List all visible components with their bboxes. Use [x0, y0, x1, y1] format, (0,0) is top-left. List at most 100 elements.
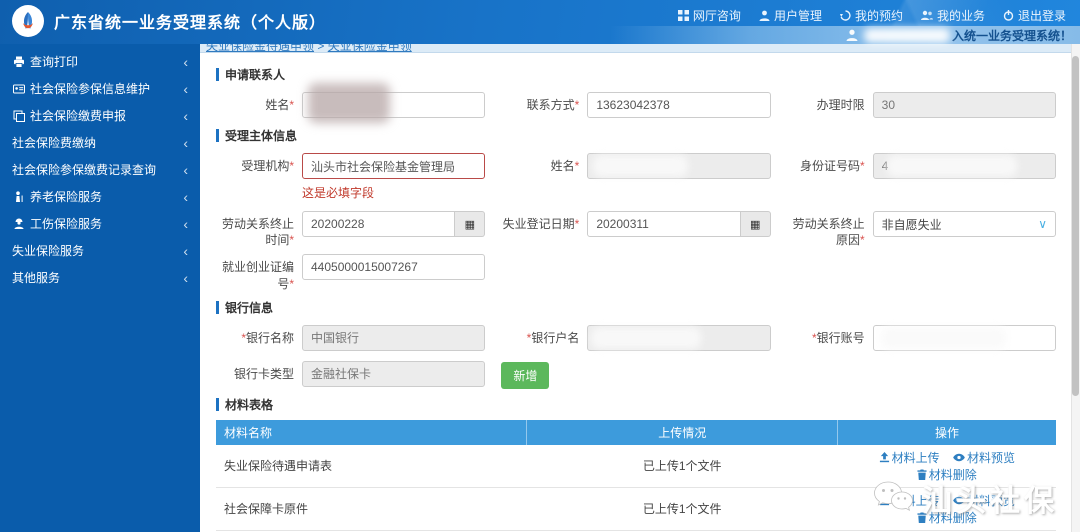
bank-account-name-input	[587, 325, 770, 351]
bank-account-no-input[interactable]	[873, 325, 1056, 351]
required-marker: *	[289, 233, 294, 247]
menu-item-my-business[interactable]: 我的业务	[921, 7, 985, 24]
sidebar-item-work-injury-service[interactable]: 工伤保险服务 ‹	[0, 210, 200, 237]
app-window: 广东省统一业务受理系统（个人版） 网厅咨询 用户管理 我的预约 我的业务 退出登…	[0, 0, 1080, 532]
chevron-left-icon: ‹	[183, 217, 188, 231]
sidebar-item-label: 工伤保险服务	[30, 215, 102, 232]
upload-status-cell: 已上传1个文件	[527, 445, 838, 488]
chevron-left-icon: ‹	[183, 244, 188, 258]
table-header-row: 材料名称 上传情况 操作	[216, 420, 1056, 445]
sidebar-item-payment-declare[interactable]: 社会保险缴费申报 ‹	[0, 102, 200, 129]
column-header-upload-status: 上传情况	[527, 420, 838, 445]
labor-end-time-input[interactable]	[302, 211, 455, 237]
column-header-material-name: 材料名称	[216, 420, 527, 445]
worker-icon	[12, 218, 25, 230]
scrollbar-thumb[interactable]	[1072, 56, 1079, 396]
employment-cert-no-input[interactable]	[302, 254, 485, 280]
breadcrumb: 失业保险金待遇申领 > 失业保险金申领	[200, 44, 1080, 53]
power-icon	[1003, 10, 1014, 21]
id-card-icon	[12, 83, 25, 95]
wechat-icon	[872, 480, 914, 516]
welcome-strip: 入统一业务受理系统！	[610, 26, 1080, 44]
section-marker	[216, 129, 219, 142]
section-subject-info: 受理主体信息	[216, 127, 1056, 144]
required-marker: *	[860, 233, 865, 247]
material-upload-link[interactable]: 材料上传	[879, 449, 940, 466]
field-label: 银行卡类型	[216, 359, 302, 389]
sidebar-item-label: 查询打印	[30, 53, 78, 70]
section-marker	[216, 301, 219, 314]
app-logo-icon	[12, 5, 44, 37]
welcome-text: 入统一业务受理系统！	[952, 27, 1072, 44]
printer-icon	[12, 56, 25, 68]
material-preview-link[interactable]: 材料预览	[953, 449, 1015, 466]
menu-label: 我的业务	[937, 7, 985, 24]
section-materials: 材料表格	[216, 396, 1056, 413]
unemployment-reg-date-input[interactable]	[587, 211, 740, 237]
menu-label: 网厅咨询	[693, 7, 741, 24]
chevron-left-icon: ‹	[183, 136, 188, 150]
history-icon	[840, 10, 851, 21]
sidebar-item-label: 其他服务	[12, 269, 60, 286]
sidebar-item-insured-info-maintain[interactable]: 社会保险参保信息维护 ‹	[0, 75, 200, 102]
calendar-icon[interactable]: ▦	[741, 211, 771, 237]
field-bank-card-type: 银行卡类型	[216, 359, 485, 389]
sidebar-item-payment-record-query[interactable]: 社会保险参保缴费记录查询 ‹	[0, 156, 200, 183]
field-label: 联系方式*	[501, 90, 587, 120]
field-employment-cert-no: 就业创业证编号*	[216, 252, 485, 291]
menu-item-my-appointments[interactable]: 我的预约	[840, 7, 903, 24]
required-marker: *	[289, 159, 294, 173]
section-title: 材料表格	[225, 396, 273, 413]
labor-end-reason-select[interactable]: 非自愿失业 ∨	[873, 211, 1056, 237]
required-marker: *	[860, 159, 865, 173]
material-name-cell: 社会保障卡原件	[216, 487, 527, 530]
field-label: 姓名*	[501, 151, 587, 201]
field-applicant-name: 姓名*	[216, 90, 485, 120]
sidebar-item-pension-service[interactable]: 养老保险服务 ‹	[0, 183, 200, 210]
calendar-icon[interactable]: ▦	[455, 211, 485, 237]
sidebar-item-label: 社会保险费缴纳	[12, 134, 96, 151]
agency-input[interactable]	[302, 153, 485, 179]
app-title: 广东省统一业务受理系统（个人版）	[54, 9, 326, 33]
field-label: 就业创业证编号*	[216, 252, 302, 291]
user-icon	[759, 10, 770, 21]
required-marker: *	[575, 98, 580, 112]
sidebar-item-unemployment-service[interactable]: 失业保险服务 ‹	[0, 237, 200, 264]
scrollbar-track[interactable]	[1071, 44, 1080, 532]
sidebar-item-label: 社会保险参保缴费记录查询	[12, 161, 156, 178]
material-name-cell: 失业保险待遇申请表	[216, 445, 527, 488]
field-label: 姓名*	[216, 90, 302, 120]
menu-item-logout[interactable]: 退出登录	[1003, 7, 1066, 24]
field-subject-name: 姓名*	[501, 151, 770, 201]
user-icon	[846, 29, 858, 41]
breadcrumb-link-second[interactable]: 失业保险金申领	[328, 44, 412, 53]
sidebar-item-label: 失业保险服务	[12, 242, 84, 259]
menu-label: 用户管理	[774, 7, 822, 24]
sidebar-item-query-print[interactable]: 查询打印 ‹	[0, 48, 200, 75]
required-marker: *	[575, 217, 580, 231]
field-label: 身份证号码*	[787, 151, 873, 201]
sidebar-item-fee-payment[interactable]: 社会保险费缴纳 ‹	[0, 129, 200, 156]
add-bank-button[interactable]: 新增	[501, 362, 549, 389]
field-unemployment-reg-date: 失业登记日期* ▦	[501, 209, 770, 248]
sidebar-item-other-services[interactable]: 其他服务 ‹	[0, 264, 200, 291]
id-number-input	[873, 153, 1056, 179]
field-label: 办理时限	[787, 90, 873, 120]
elder-person-icon	[12, 191, 25, 203]
watermark: 汕头社保	[872, 476, 1058, 520]
eye-icon	[953, 452, 965, 463]
contact-phone-input[interactable]	[587, 92, 770, 118]
menu-label: 我的预约	[855, 7, 903, 24]
breadcrumb-link-first[interactable]: 失业保险金待遇申领	[206, 44, 314, 53]
menu-item-user-management[interactable]: 用户管理	[759, 7, 822, 24]
chevron-left-icon: ‹	[183, 55, 188, 69]
field-id-number: 身份证号码*	[787, 151, 1056, 201]
top-menu: 网厅咨询 用户管理 我的预约 我的业务 退出登录	[678, 7, 1066, 24]
upload-icon	[879, 452, 890, 463]
section-title: 银行信息	[225, 299, 273, 316]
menu-item-hall-consult[interactable]: 网厅咨询	[678, 7, 741, 24]
field-label: *银行户名	[501, 323, 587, 353]
field-label: 劳动关系终止时间*	[216, 209, 302, 248]
required-marker: *	[575, 159, 580, 173]
applicant-name-input[interactable]	[302, 92, 485, 118]
